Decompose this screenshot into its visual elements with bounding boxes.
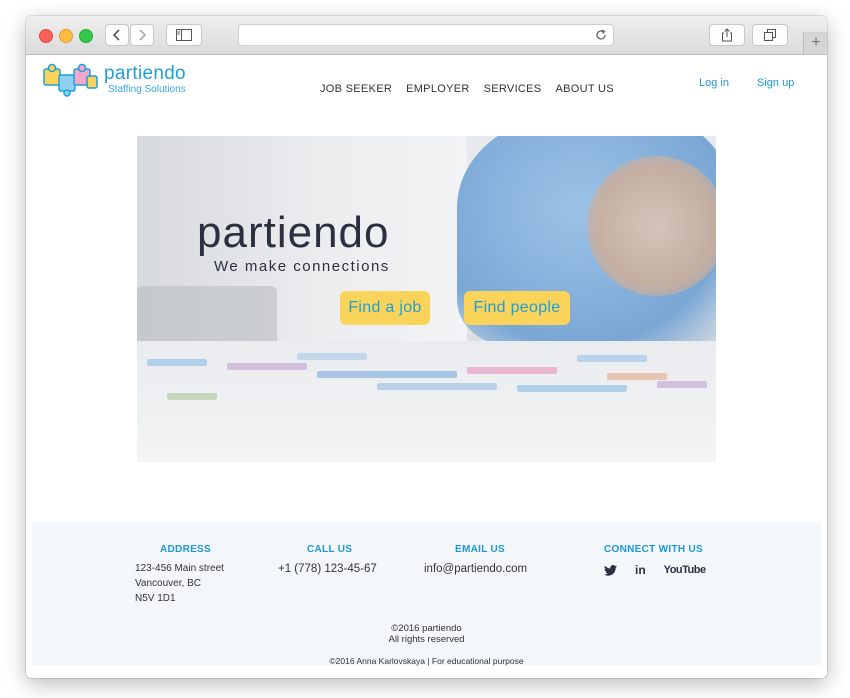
phone-number[interactable]: +1 (778) 123-45-67 [278, 563, 377, 575]
address-bar[interactable] [238, 24, 614, 46]
tabs-button[interactable] [752, 24, 788, 46]
call-column: CALL US +1 (778) 123-45-67 [278, 544, 377, 575]
login-link[interactable]: Log in [699, 77, 729, 89]
hero-subtitle: We make connections [214, 258, 390, 275]
puzzle-logo-icon [43, 63, 98, 97]
twitter-icon[interactable] [604, 564, 617, 576]
address-line: 123-456 Main street [135, 563, 224, 574]
sidebar-icon [176, 29, 192, 41]
signup-link[interactable]: Sign up [757, 77, 794, 89]
logo-name: partiendo [104, 63, 186, 84]
site-logo[interactable]: partiendo Staffing Solutions [42, 63, 186, 97]
email-link[interactable]: info@partiendo.com [424, 563, 527, 575]
browser-window: + partiendo Staffing Solutions JOB SEEKE… [26, 16, 827, 678]
zoom-window-button[interactable] [79, 29, 93, 43]
close-window-button[interactable] [39, 29, 53, 43]
social-links: in YouTube [604, 563, 706, 577]
web-page: partiendo Staffing Solutions JOB SEEKER … [26, 55, 827, 678]
copyright-line: ©2016 partiendo [391, 623, 462, 634]
menu-item-about-us[interactable]: ABOUT US [555, 83, 613, 95]
email-heading: EMAIL US [455, 544, 505, 555]
call-heading: CALL US [307, 544, 353, 555]
find-people-button[interactable]: Find people [464, 291, 570, 325]
email-column: EMAIL US info@partiendo.com [424, 544, 527, 575]
youtube-icon[interactable]: YouTube [664, 564, 706, 576]
chevron-left-icon [112, 29, 120, 41]
forward-button[interactable] [130, 24, 154, 46]
hero-banner: partiendo We make connections Find a job… [137, 136, 716, 462]
linkedin-icon[interactable]: in [635, 563, 646, 577]
plus-icon: + [811, 34, 821, 51]
menu-item-services[interactable]: SERVICES [484, 83, 542, 95]
chevron-right-icon [139, 29, 147, 41]
main-menu: JOB SEEKER EMPLOYER SERVICES ABOUT US [320, 83, 614, 95]
find-job-button[interactable]: Find a job [340, 291, 430, 325]
reload-icon[interactable] [595, 29, 607, 41]
sidebar-button[interactable] [166, 24, 202, 46]
new-tab-button[interactable]: + [803, 32, 827, 54]
address-line: Vancouver, BC [135, 578, 201, 589]
tabs-icon [764, 29, 776, 41]
address-column: ADDRESS 123-456 Main street Vancouver, B… [135, 544, 224, 606]
share-icon [722, 28, 732, 42]
rights-line: All rights reserved [388, 634, 465, 645]
back-button[interactable] [105, 24, 129, 46]
logo-tagline: Staffing Solutions [108, 84, 186, 95]
minimize-window-button[interactable] [59, 29, 73, 43]
menu-item-employer[interactable]: EMPLOYER [406, 83, 470, 95]
credit-line: ©2016 Anna Karlovskaya | For educational… [329, 656, 524, 666]
address-heading: ADDRESS [160, 544, 211, 555]
menu-item-job-seeker[interactable]: JOB SEEKER [320, 83, 392, 95]
connect-column: CONNECT WITH US in YouTube [604, 544, 706, 577]
address-line: N5V 1D1 [135, 593, 176, 604]
browser-toolbar: + [26, 16, 827, 55]
hero-title: partiendo [197, 208, 390, 257]
connect-heading: CONNECT WITH US [604, 544, 703, 555]
site-footer: ADDRESS 123-456 Main street Vancouver, B… [32, 522, 821, 666]
share-button[interactable] [709, 24, 745, 46]
